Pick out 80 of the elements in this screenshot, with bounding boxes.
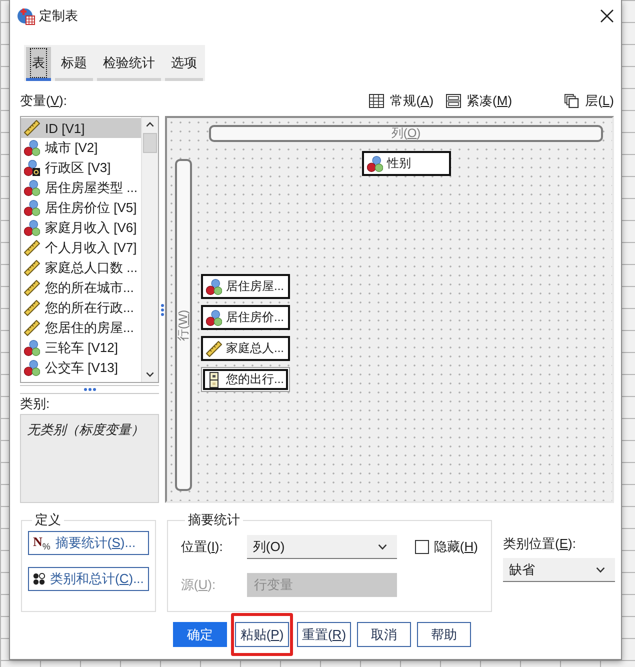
chevron-down-icon bbox=[378, 544, 387, 550]
view-option-button[interactable]: 层(L) bbox=[564, 92, 614, 110]
variable-chip[interactable]: 您的出行... bbox=[201, 367, 290, 392]
position-label: 位置(I): bbox=[180, 538, 224, 556]
layers-icon bbox=[564, 94, 580, 108]
variable-list-item[interactable]: 家庭月收入 [V6] bbox=[21, 218, 141, 238]
three-spheres-icon bbox=[206, 278, 222, 294]
variable-list-item[interactable]: 个人月收入 [V7] bbox=[21, 238, 141, 258]
view-option-button[interactable]: 常规(A) bbox=[369, 92, 434, 110]
variable-list-item[interactable]: 您的所在行政... bbox=[21, 298, 141, 318]
variable-list-item[interactable]: 公交车 [V13] bbox=[21, 358, 141, 378]
three-spheres-icon bbox=[206, 310, 222, 326]
row-zone-label: 行(W) bbox=[175, 309, 191, 341]
variable-chip[interactable]: 居住房价... bbox=[201, 305, 290, 330]
tab[interactable]: 表 bbox=[26, 47, 51, 81]
variables-label: 变量(V): bbox=[20, 92, 68, 110]
ruler-icon bbox=[24, 300, 40, 316]
three-spheres-icon bbox=[367, 156, 383, 172]
ruler-icon bbox=[24, 320, 40, 336]
ruler-icon bbox=[24, 120, 40, 136]
three-spheres-icon bbox=[24, 220, 40, 236]
table-grid-icon bbox=[369, 94, 384, 108]
scrollbar-track[interactable] bbox=[141, 117, 158, 382]
ruler-icon bbox=[24, 260, 40, 276]
scroll-thumb[interactable] bbox=[143, 133, 157, 153]
spheres-square-icon bbox=[24, 160, 40, 176]
grip-dots-icon[interactable] bbox=[160, 304, 164, 316]
dialog-button[interactable]: 帮助 bbox=[417, 622, 471, 647]
categories-text: 无类别（标度变量） bbox=[27, 422, 144, 437]
tab[interactable]: 标题 bbox=[55, 47, 93, 81]
custom-tables-app-icon bbox=[17, 6, 35, 24]
variable-list-item[interactable]: 行政区 [V3] bbox=[21, 158, 141, 178]
n-percent-icon: N$_{%}$ bbox=[33, 534, 50, 552]
variable-list-item[interactable]: 您居住的房屋... bbox=[21, 318, 141, 338]
ruler-icon bbox=[24, 280, 40, 296]
three-spheres-icon bbox=[24, 200, 40, 216]
column-zone-label: 列(O) bbox=[391, 125, 421, 142]
variable-list-item[interactable]: 居住房屋类型 ... bbox=[21, 178, 141, 198]
variable-chip[interactable]: 居住房屋... bbox=[201, 274, 290, 299]
grip-dots-icon bbox=[84, 388, 96, 391]
variable-list-item[interactable]: 城市 [V2] bbox=[21, 138, 141, 158]
four-dots-icon bbox=[33, 573, 45, 585]
variable-list-item[interactable]: 家庭总人口数 ... bbox=[21, 258, 141, 278]
variable-chip[interactable]: 家庭总人... bbox=[201, 336, 290, 361]
close-button[interactable] bbox=[599, 8, 615, 24]
group-title: 摘要统计 bbox=[186, 511, 241, 529]
dialog-button[interactable]: 确定 bbox=[173, 622, 227, 647]
variable-list-item[interactable]: 您的所在城市... bbox=[21, 278, 141, 298]
tab[interactable]: 选项 bbox=[165, 47, 203, 81]
variable-list-item[interactable]: 居住房价位 [V5] bbox=[21, 198, 141, 218]
dialog-button[interactable]: 粘贴(P) bbox=[235, 622, 289, 647]
three-spheres-icon bbox=[24, 180, 40, 196]
dialog-button[interactable]: 重置(R) bbox=[297, 622, 351, 647]
variable-chip[interactable]: 性别 bbox=[362, 151, 451, 176]
ruler-icon bbox=[24, 240, 40, 256]
tab[interactable]: 检验统计 bbox=[97, 47, 161, 81]
chevron-up-icon bbox=[146, 122, 154, 127]
category-position-dropdown[interactable]: 缺省 bbox=[502, 558, 615, 582]
source-label: 源(U): bbox=[180, 576, 217, 594]
variable-list-item[interactable]: 三轮车 [V12] bbox=[21, 338, 141, 358]
position-dropdown[interactable]: 列(O) bbox=[246, 535, 397, 559]
category-position-label: 类别位置(E): bbox=[502, 535, 577, 553]
hide-checkbox[interactable] bbox=[414, 540, 429, 554]
three-spheres-icon bbox=[24, 340, 40, 356]
chevron-down-icon bbox=[596, 566, 605, 572]
group-title: 定义 bbox=[34, 511, 62, 529]
chevron-down-icon bbox=[146, 372, 154, 377]
three-spheres-icon bbox=[24, 360, 40, 376]
view-option-button[interactable]: 紧凑(M) bbox=[446, 92, 512, 110]
ruler-icon bbox=[206, 340, 222, 356]
hide-label: 隐藏(H) bbox=[434, 538, 478, 556]
three-spheres-icon bbox=[24, 140, 40, 156]
categories-label: 类别: bbox=[20, 396, 51, 411]
variable-list-item[interactable]: ID [V1] bbox=[21, 118, 141, 138]
compact-table-icon bbox=[446, 94, 461, 108]
define-button[interactable]: 类别和总计(C)... bbox=[28, 567, 149, 591]
window-title: 定制表 bbox=[39, 6, 78, 24]
close-icon bbox=[599, 8, 615, 24]
define-button[interactable]: N$_{%}$ 摘要统计(S)... bbox=[28, 531, 149, 555]
dialog-button[interactable]: 取消 bbox=[357, 622, 411, 647]
